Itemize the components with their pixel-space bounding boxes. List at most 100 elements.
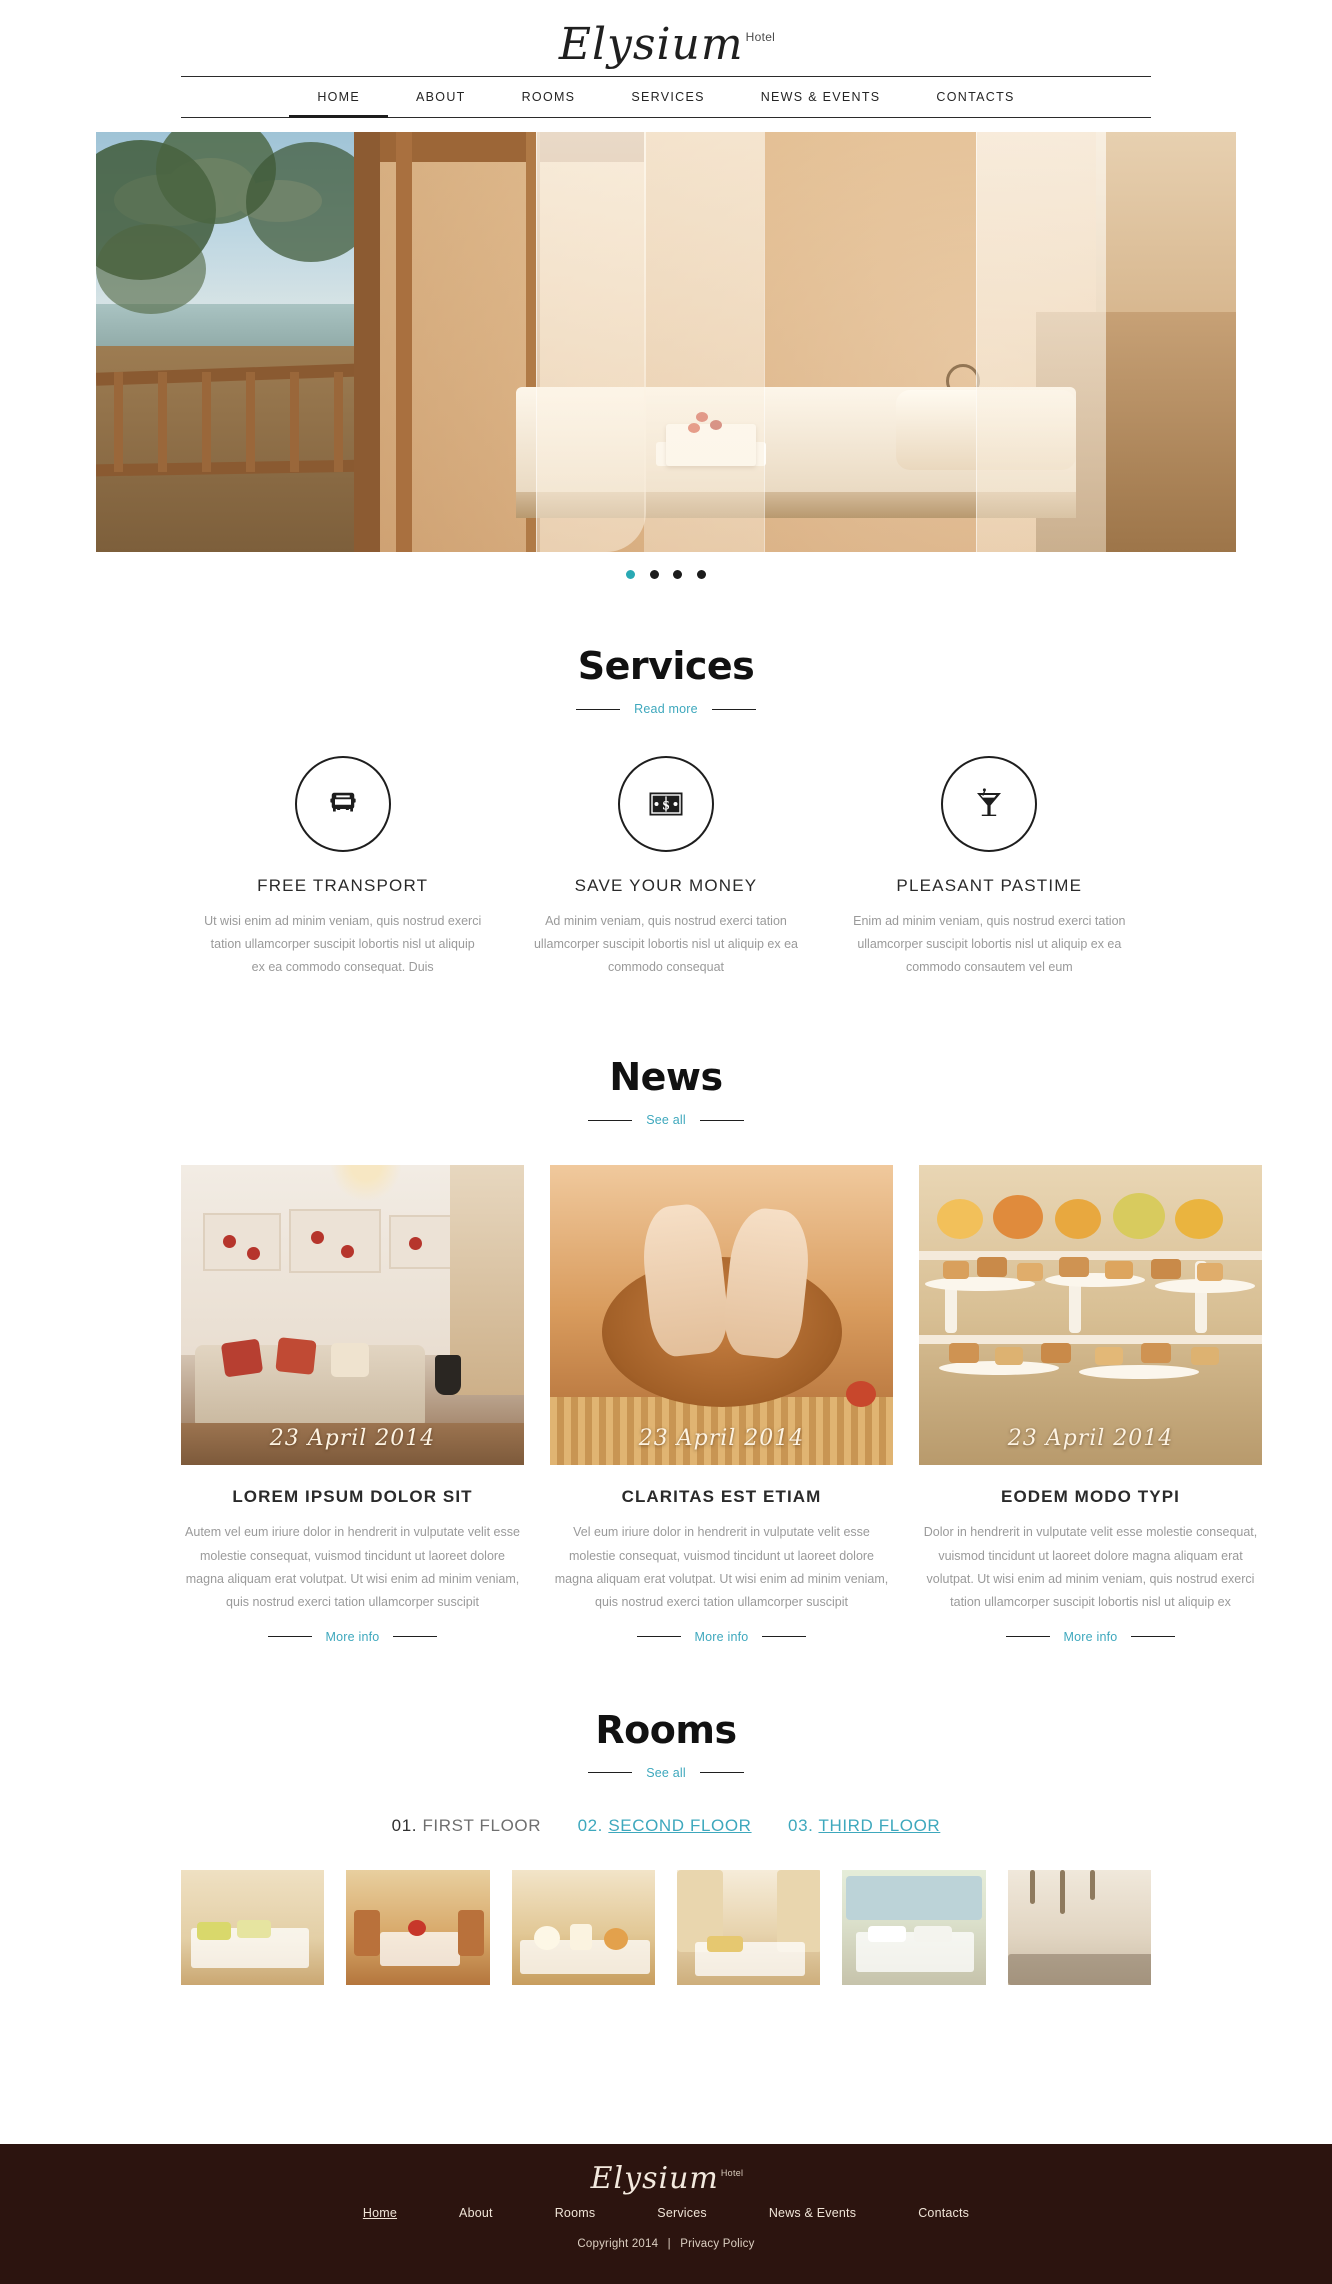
pastry: [949, 1343, 979, 1364]
room-thumbnail[interactable]: [511, 1869, 655, 1985]
rule-left: [588, 1119, 633, 1121]
rule-left: [267, 1636, 312, 1638]
slider-pagination: [0, 566, 1332, 582]
footer-nav-item-contacts[interactable]: Contacts: [887, 2206, 1000, 2220]
floor-tab-third[interactable]: 03. THIRD FLOOR: [788, 1816, 940, 1836]
mosquito-net: [644, 132, 764, 552]
room-thumbnail[interactable]: [676, 1869, 821, 1985]
footer-nav-item-rooms[interactable]: Rooms: [524, 2206, 627, 2220]
rule-left: [588, 1772, 633, 1774]
room-thumbnail[interactable]: [181, 1869, 325, 1985]
nav-item-services[interactable]: SERVICES: [603, 77, 732, 117]
floor-tab-second[interactable]: 02. SECOND FLOOR: [578, 1816, 752, 1836]
slider-dot-1[interactable]: [626, 570, 636, 580]
copyright-text: Copyright 2014: [577, 2238, 659, 2250]
cup: [569, 1923, 592, 1950]
news-title[interactable]: LOREM IPSUM DOLOR SIT: [181, 1487, 524, 1507]
news-text: Vel eum iriure dolor in hendrerit in vul…: [554, 1525, 889, 1609]
hero-slider[interactable]: [0, 132, 1332, 582]
news-title[interactable]: CLARITAS EST ETIAM: [550, 1487, 893, 1507]
rule-left: [576, 708, 621, 710]
fruit-bowl: [1113, 1193, 1165, 1240]
nav-item-about[interactable]: ABOUT: [388, 77, 494, 117]
footer-logo-wordmark: Elysium: [590, 2161, 719, 2196]
floor-tabs: 01. FIRST FLOOR 02. SECOND FLOOR 03. THI…: [181, 1816, 1151, 1836]
news-more-info-link[interactable]: More info: [1064, 1630, 1118, 1644]
fruit-bowl: [993, 1195, 1043, 1240]
services-heading: Services: [577, 644, 755, 688]
news-thumbnail-spa-hands[interactable]: 23 April 2014: [550, 1165, 893, 1466]
rooms-seeall-row: See all: [181, 1766, 1151, 1780]
door-frame: [396, 132, 412, 552]
service-text: Ut wisi enim ad minim veniam, quis nostr…: [204, 914, 482, 975]
floor-name: SECOND FLOOR: [608, 1815, 752, 1835]
chair: [458, 1909, 485, 1956]
room-wall: [1096, 132, 1236, 332]
pastry: [995, 1347, 1023, 1366]
services-section: Services Read more FREE TRANSPORT Ut wis…: [181, 644, 1151, 979]
room-thumbnail[interactable]: [1007, 1869, 1151, 1985]
slider-dot-4[interactable]: [696, 570, 706, 580]
news-thumbnail-living-room[interactable]: 23 April 2014: [181, 1165, 524, 1466]
pastry: [1041, 1343, 1071, 1364]
plate: [533, 1925, 560, 1950]
nav-item-news-events[interactable]: NEWS & EVENTS: [733, 77, 909, 117]
footer-nav-item-news-events[interactable]: News & Events: [738, 2206, 887, 2220]
rule-left: [636, 1636, 681, 1638]
footer-nav-item-home[interactable]: Home: [332, 2206, 428, 2220]
pastry: [1141, 1343, 1171, 1364]
plate: [1079, 1365, 1199, 1380]
canopy-seam: [976, 132, 977, 552]
foliage: [246, 142, 366, 262]
site-footer: Elysium Hotel Home About Rooms Services N…: [0, 2144, 1332, 2284]
plate: [1155, 1279, 1255, 1294]
pillow: [914, 1925, 953, 1942]
footer-logo[interactable]: Elysium Hotel: [0, 2144, 1332, 2196]
service-title: FREE TRANSPORT: [257, 876, 429, 895]
news-thumbnail-buffet[interactable]: 23 April 2014: [919, 1165, 1262, 1466]
pastry: [943, 1261, 969, 1280]
news-title[interactable]: EODEM MODO TYPI: [919, 1487, 1262, 1507]
service-icon-ring: [294, 756, 391, 852]
news-more-info-link[interactable]: More info: [695, 1630, 749, 1644]
hero-balcony-view: [96, 132, 366, 552]
footer-nav-item-about[interactable]: About: [428, 2206, 524, 2220]
baluster: [114, 372, 123, 472]
news-more-info-link[interactable]: More info: [326, 1630, 380, 1644]
table: [380, 1931, 461, 1966]
nav-item-rooms[interactable]: ROOMS: [494, 77, 604, 117]
floor-number: 02.: [577, 1815, 604, 1835]
room-thumbnail[interactable]: [346, 1869, 490, 1985]
baluster: [246, 372, 255, 472]
fruit-bowl: [937, 1199, 983, 1240]
banknote-icon: S: [649, 792, 683, 816]
slider-dot-3[interactable]: [673, 570, 683, 580]
services-grid: FREE TRANSPORT Ut wisi enim ad minim ven…: [181, 756, 1151, 979]
services-read-more-link[interactable]: Read more: [634, 702, 698, 716]
privacy-policy-link[interactable]: Privacy Policy: [680, 2238, 754, 2250]
chair: [354, 1909, 381, 1956]
floor-tab-first[interactable]: 01. FIRST FLOOR: [392, 1816, 541, 1836]
pendant-lamp: [1029, 1869, 1035, 1904]
news-see-all-link[interactable]: See all: [646, 1113, 686, 1127]
news-more-row: More info: [550, 1630, 893, 1644]
room-thumbnail[interactable]: [842, 1869, 986, 1985]
cushion: [331, 1343, 369, 1378]
slider-dot-2[interactable]: [649, 570, 659, 580]
pillow: [868, 1925, 907, 1942]
footer-copyright: Copyright 2014 | Privacy Policy: [0, 2238, 1332, 2250]
footer-nav-item-services[interactable]: Services: [626, 2206, 738, 2220]
nav-item-contacts[interactable]: CONTACTS: [908, 77, 1042, 117]
news-heading: News: [609, 1055, 723, 1100]
hero-slide-image: [96, 132, 1236, 552]
rule-right: [699, 1772, 744, 1774]
vase: [435, 1355, 461, 1396]
news-section: News See all 23 April 2014 LOREM IPSUM D…: [181, 1055, 1262, 1644]
mosquito-net: [976, 132, 1106, 552]
site-logo[interactable]: Elysium Hotel: [0, 14, 1332, 76]
services-readmore-row: Read more: [181, 702, 1151, 716]
mosquito-net: [536, 132, 646, 552]
rooms-see-all-link[interactable]: See all: [646, 1766, 686, 1780]
main-nav: HOME ABOUT ROOMS SERVICES NEWS & EVENTS …: [181, 77, 1151, 118]
nav-item-home[interactable]: HOME: [289, 77, 388, 118]
